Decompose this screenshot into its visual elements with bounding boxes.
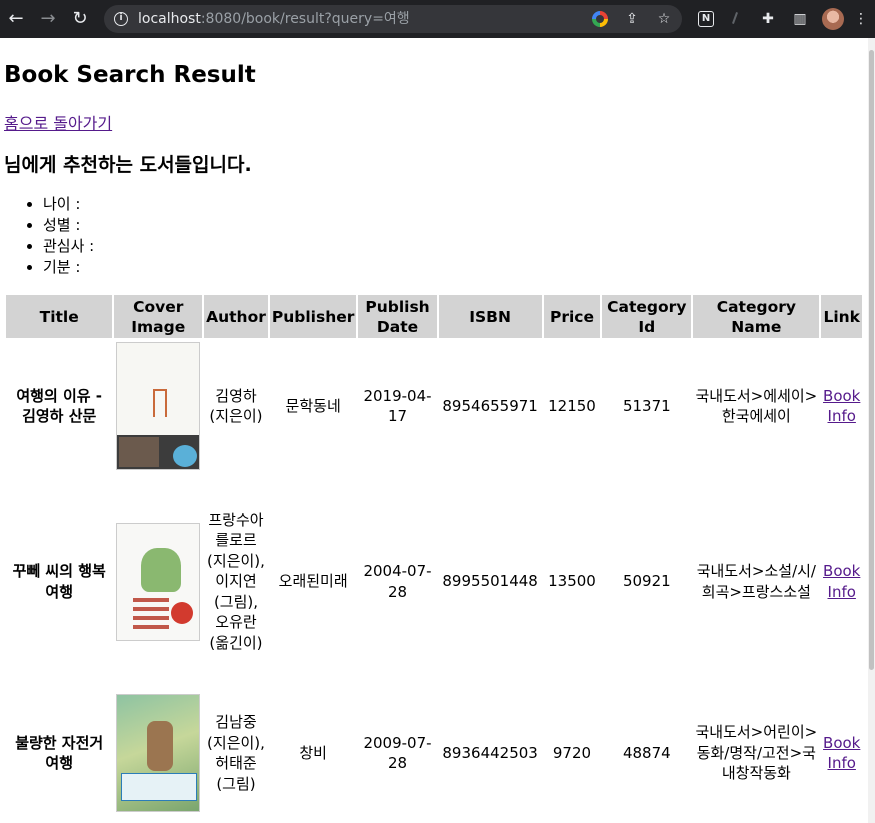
header-publish-date: Publish Date [358, 295, 437, 338]
book-isbn: 8954655971 [442, 396, 538, 415]
scrollbar-thumb[interactable] [869, 50, 874, 670]
arrow-right-icon[interactable]: → [36, 7, 60, 31]
book-cover-image [116, 342, 201, 470]
profile-mood: 기분 : [43, 257, 94, 278]
book-category-name: 국내도서>에세이>한국에세이 [695, 386, 818, 426]
book-cover-image [116, 694, 201, 812]
url-text[interactable]: localhost:8080/book/result?query=여행 [138, 10, 410, 28]
reload-icon[interactable]: ↻ [68, 7, 92, 31]
book-category-id: 51371 [622, 396, 671, 415]
header-title: Title [6, 295, 113, 338]
divider [732, 12, 738, 24]
cover-illustration [153, 389, 168, 417]
header-author: Author [204, 295, 268, 338]
author-photo [119, 437, 160, 467]
cover-illustration [147, 721, 174, 771]
cover-badge [173, 445, 198, 467]
results-table: Title Cover Image Author Publisher Publi… [4, 293, 864, 817]
table-row: 불량한 자전거 여행 김남중 (지은이), 허태준 (그림) 창비 2009-0… [6, 691, 862, 815]
profile-gender: 성별 : [43, 215, 94, 236]
book-info-link[interactable]: Book Info [823, 387, 860, 426]
book-title: 꾸뻬 씨의 행복 여행 [12, 562, 106, 601]
cover-illustration [141, 547, 182, 592]
book-category-name: 국내도서>소설/시/희곡>프랑스소설 [696, 562, 816, 601]
cover-text [133, 597, 170, 632]
share-icon[interactable]: ⇪ [622, 9, 642, 29]
cover-cell [114, 691, 202, 815]
table-row: 꾸뻬 씨의 행복 여행 프랑수아 를로르 (지은이), 이지연 (그림), 오유… [6, 474, 862, 689]
header-publisher: Publisher [269, 295, 357, 338]
book-publisher: 오래된미래 [278, 572, 348, 591]
book-publish-date: 2019-04-17 [363, 386, 432, 426]
url-path: :8080/book/result?query=여행 [200, 11, 410, 27]
book-publish-date: 2009-07-28 [363, 733, 432, 773]
link-cell: Book Info [821, 691, 862, 815]
header-category-id: Category Id [602, 295, 692, 338]
profile-interest: 관심사 : [43, 236, 94, 257]
arrow-left-icon[interactable]: ← [4, 7, 28, 31]
recommend-heading: 님에게 추천하는 도서들입니다. [4, 154, 252, 176]
url-host: localhost [138, 11, 201, 27]
cover-cell [114, 340, 202, 472]
book-price: 13500 [548, 572, 596, 591]
page-title: Book Search Result [4, 62, 256, 88]
book-info-link[interactable]: Book Info [823, 562, 860, 601]
link-cell: Book Info [821, 474, 862, 689]
notion-icon[interactable]: N [698, 11, 714, 27]
cover-badge [171, 601, 194, 624]
book-category-id: 48874 [622, 743, 671, 762]
avatar[interactable] [822, 8, 844, 30]
star-icon[interactable]: ☆ [654, 9, 674, 29]
book-publisher: 창비 [299, 743, 327, 762]
info-icon[interactable]: i [114, 12, 128, 26]
book-category-id: 50921 [622, 572, 671, 591]
header-cover-image: Cover Image [114, 295, 203, 338]
table-row: 여행의 이유 - 김영하 산문 김영하 (지은이) 문학동네 2019-04-1… [6, 340, 862, 472]
book-category-name: 국내도서>어린이>동화/명작/고전>국내창작동화 [695, 723, 818, 783]
profile-age: 나이 : [43, 194, 94, 215]
book-price: 9720 [552, 743, 592, 762]
book-publisher: 문학동네 [285, 396, 341, 415]
book-isbn: 8995501448 [442, 572, 538, 591]
address-bar[interactable]: i localhost:8080/book/result?query=여행 ⇪ … [104, 5, 682, 33]
cover-cell [114, 474, 202, 689]
book-author: 김남중 (지은이), 허태준 (그림) [207, 713, 265, 793]
header-link: Link [821, 295, 862, 338]
cover-text [121, 773, 198, 801]
profile-list: 나이 : 성별 : 관심사 : 기분 : [4, 194, 94, 278]
table-header-row: Title Cover Image Author Publisher Publi… [6, 295, 862, 338]
book-info-link[interactable]: Book Info [823, 734, 860, 773]
google-icon[interactable] [592, 11, 608, 27]
book-author: 프랑수아 를로르 (지은이), 이지연 (그림), 오유란 (옮긴이) [207, 510, 265, 652]
book-price: 12150 [548, 396, 596, 415]
link-cell: Book Info [821, 340, 862, 472]
book-author: 김영하 (지은이) [209, 386, 263, 426]
book-publish-date: 2004-07-28 [363, 562, 432, 601]
book-title: 여행의 이유 - 김영하 산문 [16, 386, 103, 426]
book-cover-image [116, 522, 201, 641]
header-isbn: ISBN [438, 295, 542, 338]
kebab-menu-icon[interactable]: ⋮ [854, 9, 868, 29]
browser-toolbar: ← → ↻ i localhost:8080/book/result?query… [0, 0, 875, 38]
home-link[interactable]: 홈으로 돌아가기 [4, 110, 112, 134]
book-isbn: 8936442503 [442, 743, 538, 762]
header-price: Price [543, 295, 601, 338]
header-category-name: Category Name [693, 295, 820, 338]
puzzle-icon[interactable]: ✚ [758, 9, 778, 29]
side-panel-icon[interactable]: ▥ [790, 9, 810, 29]
book-title: 불량한 자전거 여행 [15, 733, 104, 773]
